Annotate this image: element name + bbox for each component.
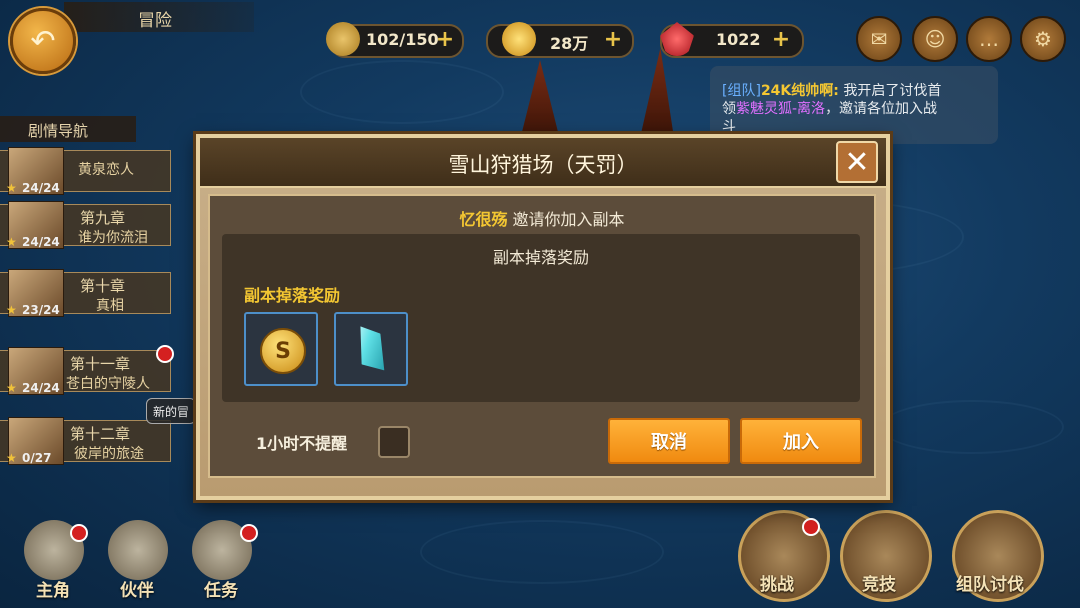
reward-subtitle: 副本掉落奖励 <box>244 286 341 305</box>
chapter-item[interactable]: 第十章 真相 ★ 23/24 <box>0 269 171 317</box>
chapter-nav-title: 剧情导航 <box>28 122 89 140</box>
alert-dot <box>156 345 174 363</box>
ocean-wave <box>300 60 504 124</box>
cancel-button[interactable]: 取消 <box>608 418 730 464</box>
invite-dialog: 雪山狩猎场（天罚） ✕ 忆很殇 邀请你加入副本 副本掉落奖励 副本掉落奖励 S … <box>196 134 890 500</box>
screen-title: 冒险 <box>138 11 172 31</box>
alert-dot <box>240 524 258 542</box>
arena-label: 竞技 <box>862 575 896 595</box>
add-ruby-button[interactable]: + <box>770 29 792 51</box>
dialog-header: 雪山狩猎场（天罚） <box>200 138 886 188</box>
star-icon: ★ <box>6 181 17 195</box>
dialog-title: 雪山狩猎场（天罚） <box>448 153 638 177</box>
invite-message: 忆很殇 邀请你加入副本 <box>210 206 874 230</box>
chat-text: 我开启了讨伐首 <box>838 83 942 99</box>
mail-button[interactable]: ✉ <box>856 16 902 62</box>
remind-label: 1小时不提醒 <box>256 434 348 453</box>
star-icon: ★ <box>6 381 17 395</box>
back-arrow-icon: ↶ <box>30 23 56 59</box>
crystal-icon <box>347 320 395 378</box>
reward-slot[interactable] <box>334 312 408 386</box>
chat-text: 领 <box>722 101 736 117</box>
gear-icon: ⚙ <box>1034 27 1052 51</box>
mail-icon: ✉ <box>870 27 888 51</box>
back-button[interactable]: ↶ <box>10 8 76 74</box>
chapter-number: 第九章 <box>80 209 126 227</box>
friends-button[interactable]: ☺ <box>912 16 958 62</box>
chapter-name: 谁为你流泪 <box>78 230 148 246</box>
hero-label: 主角 <box>36 581 70 601</box>
chapter-number: 第十一章 <box>70 355 131 373</box>
keys-value: 102/150 <box>366 30 439 49</box>
screen-title-plate: 冒险 <box>64 2 254 32</box>
ocean-wave <box>420 520 664 584</box>
ocean-wave <box>880 400 1064 454</box>
join-button[interactable]: 加入 <box>740 418 862 464</box>
ship-sail <box>520 60 560 140</box>
chat-line: 斗 <box>722 116 736 136</box>
quest-label: 任务 <box>204 581 238 601</box>
chapter-item[interactable]: 第九章 谁为你流泪 ★ 24/24 <box>0 201 171 249</box>
add-coins-button[interactable]: + <box>602 29 624 51</box>
chapter-progress: 24/24 <box>22 381 60 395</box>
coins-counter: 28万 + <box>486 22 634 58</box>
star-icon: ★ <box>6 235 17 249</box>
tooltip-text: 新的冒 <box>153 405 190 419</box>
chapter-name: 黄泉恋人 <box>78 162 134 178</box>
reward-panel: 副本掉落奖励 副本掉落奖励 S <box>222 234 860 402</box>
chapter-number: 第十章 <box>80 277 126 295</box>
chat-line: [组队]24K纯帅啊: 我开启了讨伐首 <box>722 80 941 100</box>
star-icon: ★ <box>6 451 17 465</box>
challenge-label: 挑战 <box>760 575 794 595</box>
chat-tag: [组队] <box>722 83 761 99</box>
chapter-name: 真相 <box>96 298 124 314</box>
chat-text: ，邀请各位加入战 <box>825 101 938 117</box>
coins-value: 28万 <box>550 34 589 53</box>
keys-counter: 102/150 + <box>326 22 464 58</box>
close-button[interactable]: ✕ <box>836 141 878 183</box>
gold-coin-icon: S <box>260 328 306 374</box>
chapter-nav-header: 剧情导航 <box>0 116 136 142</box>
chat-line: 领紫魅灵狐-离洛，邀请各位加入战 <box>722 98 937 118</box>
ruby-value: 1022 <box>716 30 761 49</box>
chat-text: 斗 <box>722 119 736 135</box>
chat-icon: … <box>979 27 999 51</box>
ship-sail <box>640 48 674 138</box>
chapter-progress: 0/27 <box>22 451 52 465</box>
partner-label: 伙伴 <box>120 581 154 601</box>
close-icon: ✕ <box>844 144 870 180</box>
reward-panel-title: 副本掉落奖励 <box>492 248 589 267</box>
add-keys-button[interactable]: + <box>434 29 456 51</box>
settings-button[interactable]: ⚙ <box>1020 16 1066 62</box>
friends-icon: ☺ <box>924 27 946 51</box>
coin-icon <box>502 22 536 56</box>
chapter-item[interactable]: 黄泉恋人 ★ 24/24 <box>0 147 171 195</box>
alert-dot <box>802 518 820 536</box>
chapter-item[interactable]: 第十一章 苍白的守陵人 ★ 24/24 <box>0 345 174 395</box>
chat-boss-name: 紫魅灵狐-离洛 <box>736 101 826 117</box>
keys-icon <box>326 22 360 56</box>
remind-checkbox[interactable] <box>378 426 410 458</box>
reward-slot[interactable]: S <box>244 312 318 386</box>
star-icon: ★ <box>6 303 17 317</box>
team-raid-label: 组队讨伐 <box>956 575 1024 595</box>
ruby-icon <box>660 22 694 56</box>
chat-box[interactable]: [组队]24K纯帅啊: 我开启了讨伐首 领紫魅灵狐-离洛，邀请各位加入战 斗 <box>710 66 998 144</box>
chapter-name: 彼岸的旅途 <box>74 446 144 462</box>
partner-button[interactable] <box>108 520 168 580</box>
new-adventure-tooltip: 新的冒 <box>146 398 196 424</box>
chapter-progress: 24/24 <box>22 235 60 249</box>
chapter-number: 第十二章 <box>70 425 131 443</box>
chapter-name: 苍白的守陵人 <box>66 376 150 392</box>
chat-button[interactable]: … <box>966 16 1012 62</box>
alert-dot <box>70 524 88 542</box>
invite-text: 邀请你加入副本 <box>512 210 625 229</box>
chat-sender: 24K纯帅啊: <box>760 83 839 99</box>
chapter-item[interactable]: 第十二章 彼岸的旅途 ★ 0/27 <box>0 417 171 465</box>
chapter-progress: 24/24 <box>22 181 60 195</box>
ruby-counter: 1022 + <box>660 22 804 58</box>
inviter-name: 忆很殇 <box>459 210 508 229</box>
dialog-body: 忆很殇 邀请你加入副本 副本掉落奖励 副本掉落奖励 S 1小时不提醒 取消 加入 <box>208 194 876 478</box>
chapter-progress: 23/24 <box>22 303 60 317</box>
